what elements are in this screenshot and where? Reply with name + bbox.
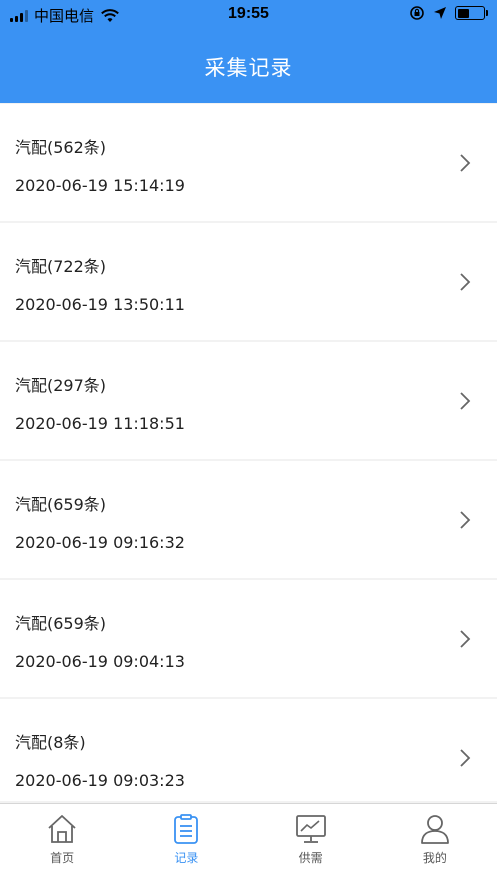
tab-supply-demand[interactable]: 供需 — [249, 804, 373, 883]
tab-label: 首页 — [50, 851, 75, 865]
list-item[interactable]: 汽配(659条) 2020-06-19 09:16:32 — [0, 461, 497, 578]
home-icon — [48, 815, 76, 843]
record-title: 汽配(562条) — [15, 138, 107, 157]
list-item[interactable]: 汽配(659条) 2020-06-19 09:04:13 — [0, 580, 497, 697]
list-item[interactable]: 汽配(8条) 2020-06-19 09:03:23 — [0, 699, 497, 801]
chevron-right-icon — [460, 154, 471, 172]
list-item[interactable]: 汽配(722条) 2020-06-19 13:50:11 — [0, 223, 497, 340]
page-title: 采集记录 — [204, 55, 293, 80]
user-icon — [420, 815, 449, 844]
battery-icon — [455, 6, 488, 20]
clipboard-icon — [174, 814, 199, 844]
status-right — [409, 5, 488, 21]
tab-home[interactable]: 首页 — [0, 804, 124, 883]
chevron-right-icon — [460, 511, 471, 529]
record-title: 汽配(722条) — [15, 257, 107, 276]
record-title: 汽配(297条) — [15, 376, 107, 395]
chevron-right-icon — [460, 630, 471, 648]
chevron-right-icon — [460, 392, 471, 410]
tab-bar: 首页 记录 供需 我的 — [0, 803, 497, 883]
record-time: 2020-06-19 09:03:23 — [15, 771, 185, 790]
tab-label: 我的 — [422, 851, 447, 865]
list-item[interactable]: 汽配(562条) 2020-06-19 15:14:19 — [0, 104, 497, 221]
tab-records[interactable]: 记录 — [124, 804, 248, 883]
chevron-right-icon — [460, 749, 471, 767]
chevron-right-icon — [460, 273, 471, 291]
record-time: 2020-06-19 09:16:32 — [15, 533, 185, 552]
chart-monitor-icon — [295, 815, 326, 843]
record-title: 汽配(8条) — [15, 733, 86, 752]
record-title: 汽配(659条) — [15, 495, 107, 514]
orientation-lock-icon — [410, 6, 424, 20]
status-bar: 中国电信 19:55 — [0, 0, 497, 30]
tab-label: 供需 — [298, 851, 323, 865]
tab-label: 记录 — [174, 851, 199, 865]
location-icon — [434, 7, 446, 19]
record-time: 2020-06-19 09:04:13 — [15, 652, 185, 671]
list-item[interactable]: 汽配(297条) 2020-06-19 11:18:51 — [0, 342, 497, 459]
record-time: 2020-06-19 11:18:51 — [15, 414, 185, 433]
record-time: 2020-06-19 13:50:11 — [15, 295, 185, 314]
record-time: 2020-06-19 15:14:19 — [15, 176, 185, 195]
screen: 中国电信 19:55 采集记录 汽配(562条) 2020-06-19 15:1… — [0, 0, 497, 883]
tab-mine[interactable]: 我的 — [373, 804, 497, 883]
record-title: 汽配(659条) — [15, 614, 107, 633]
record-list: 汽配(562条) 2020-06-19 15:14:19 汽配(722条) 20… — [0, 104, 497, 801]
nav-bar: 采集记录 — [0, 30, 497, 103]
